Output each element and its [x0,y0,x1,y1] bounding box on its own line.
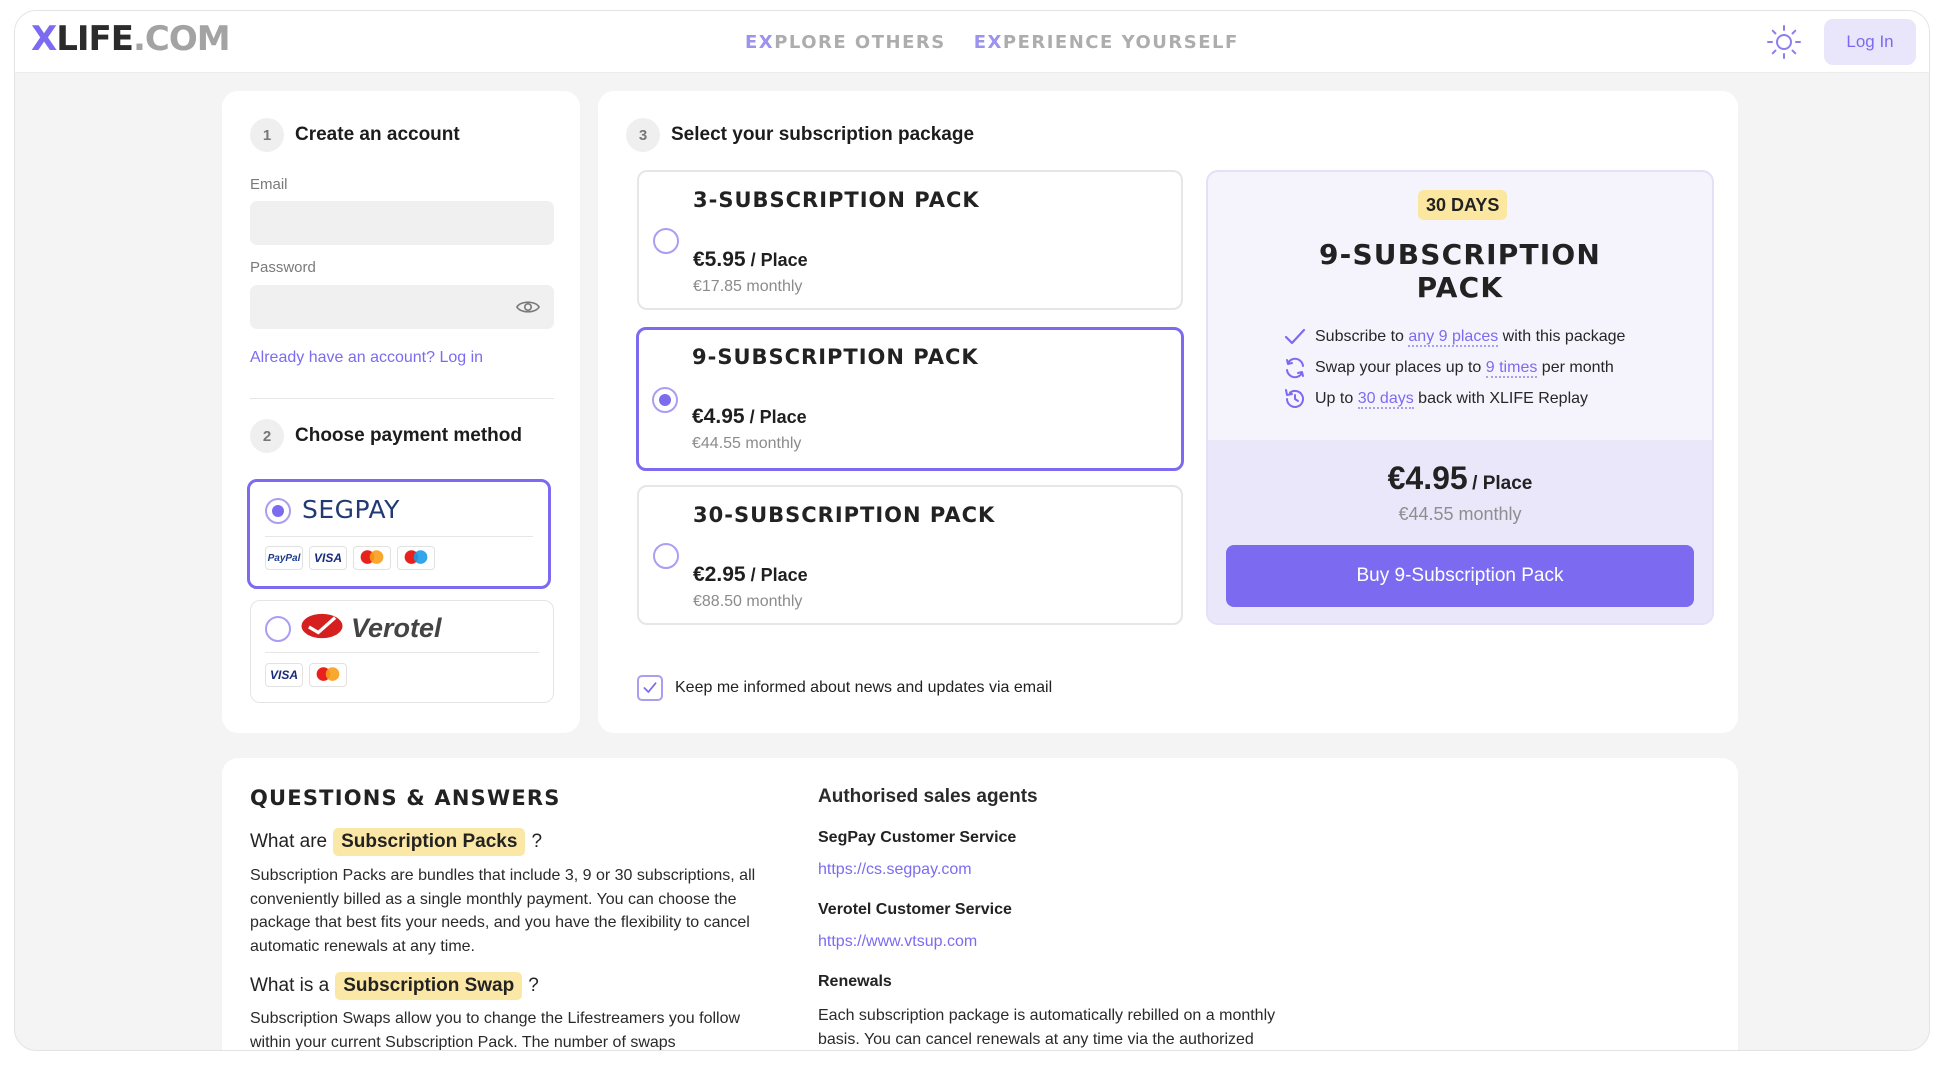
subscription-heading: 3 Select your subscription package [626,118,974,152]
package-30[interactable]: 30-SUBSCRIPTION PACK €2.95 / Place €88.5… [637,485,1183,625]
newsletter-label: Keep me informed about news and updates … [675,679,1053,696]
password-label: Password [250,259,316,276]
package-title: 9-SUBSCRIPTION PACK [692,345,979,369]
package-3[interactable]: 3-SUBSCRIPTION PACK €5.95 / Place €17.85… [637,170,1183,310]
renewals-text: Each subscription package is automatical… [818,1007,1276,1048]
package-price: €2.95 / Place [693,563,808,586]
email-label: Email [250,176,288,193]
history-icon [1285,389,1304,408]
newsletter-option[interactable]: Keep me informed about news and updates … [637,675,1052,701]
sun-icon[interactable] [1765,23,1803,61]
step-number: 2 [250,419,284,453]
check-icon [643,682,657,693]
radio-verotel[interactable] [265,616,291,642]
package-price: €4.95 / Place [692,405,807,428]
summary-monthly: €44.55 monthly [1398,504,1522,524]
newsletter-checkbox[interactable] [637,675,663,701]
divider [265,536,533,537]
payment-option-verotel[interactable]: Verotel VISA [250,600,554,703]
package-9[interactable]: 9-SUBSCRIPTION PACK €4.95 / Place €44.55… [636,327,1184,471]
swap-icon [1286,357,1304,379]
package-monthly: €44.55 monthly [692,435,802,452]
app-frame: XLIFE.COM EXPLORE OTHERS EXPERIENCE YOUR… [14,10,1930,1051]
password-field[interactable] [250,285,554,329]
segpay-service-label: SegPay Customer Service [818,829,1017,846]
segpay-service-link[interactable]: https://cs.segpay.com [818,861,972,879]
step-number: 1 [250,118,284,152]
radio-package-30[interactable] [653,543,679,569]
faq-question-1: What are Subscription Packs ? [250,828,542,856]
step-number: 3 [626,118,660,152]
package-monthly: €17.85 monthly [693,278,803,295]
maestro-icon [397,546,435,570]
radio-package-9[interactable] [652,387,678,413]
feature-subscribe: Subscribe to any 9 places with this pack… [1283,325,1625,349]
faq-answer-2: Subscription Swaps allow you to change t… [250,1010,741,1051]
faq-question-2: What is a Subscription Swap ? [250,972,539,1000]
package-title: 3-SUBSCRIPTION PACK [693,188,980,212]
faq-answer-1: Subscription Packs are bundles that incl… [250,867,756,955]
logo-x: X [31,19,57,59]
create-account-heading: 1 Create an account [250,118,460,152]
segpay-card-icons: PayPal VISA [265,546,435,570]
payment-option-segpay[interactable]: SEGPAY PayPal VISA [247,479,551,589]
verotel-logo-icon [301,613,343,639]
mastercard-icon [309,663,347,687]
buy-button[interactable]: Buy 9-Subscription Pack [1226,545,1694,607]
summary-title: 9-SUBSCRIPTION PACK [1318,238,1602,304]
verotel-card-icons: VISA [265,663,347,687]
radio-package-3[interactable] [653,228,679,254]
site-logo[interactable]: XLIFE.COM [31,19,231,59]
mastercard-icon [353,546,391,570]
segpay-logo: SEGPAY [302,495,400,524]
package-monthly: €88.50 monthly [693,593,803,610]
payment-method-heading: 2 Choose payment method [250,419,522,453]
logo-main: LIFE [56,19,134,59]
check-icon [1284,328,1306,345]
feature-text: Swap your places up to 9 times per month [1315,359,1614,378]
package-title: 30-SUBSCRIPTION PACK [693,503,996,527]
duration-badge: 30 DAYS [1418,190,1508,220]
step-title: Create an account [295,124,460,145]
agents-title: Authorised sales agents [818,786,1038,807]
paypal-icon: PayPal [265,546,303,570]
logo-domain: .COM [133,19,231,59]
divider [265,652,539,653]
email-field[interactable] [250,201,554,245]
account-payment-card: 1 Create an account Email Password Alrea… [222,91,580,733]
main-nav: EXPLORE OTHERS EXPERIENCE YOURSELF [745,32,1239,53]
login-link[interactable]: Already have an account? Log in [250,349,483,367]
feature-swap: Swap your places up to 9 times per month [1283,356,1614,380]
faq-card: QUESTIONS & ANSWERS What are Subscriptio… [222,758,1738,1051]
divider [250,398,554,399]
summary-price: €4.95 / Place [1387,460,1533,496]
faq-title: QUESTIONS & ANSWERS [250,786,561,810]
nav-experience-yourself[interactable]: EXPERIENCE YOURSELF [974,32,1239,53]
step-title: Choose payment method [295,425,522,446]
visa-icon: VISA [309,546,347,570]
nav-explore-others[interactable]: EXPLORE OTHERS [745,32,946,53]
verotel-logo: Verotel [351,613,442,643]
login-button[interactable]: Log In [1824,19,1916,65]
feature-replay: Up to 30 days back with XLIFE Replay [1283,387,1588,411]
feature-text: Subscribe to any 9 places with this pack… [1315,328,1626,347]
eye-icon[interactable] [516,298,540,316]
verotel-service-label: Verotel Customer Service [818,901,1012,918]
package-summary: 30 DAYS 9-SUBSCRIPTION PACK Subscribe to… [1206,170,1714,625]
radio-segpay[interactable] [265,498,291,524]
verotel-service-link[interactable]: https://www.vtsup.com [818,933,977,951]
package-price: €5.95 / Place [693,248,808,271]
step-title: Select your subscription package [671,124,975,145]
renewals-title: Renewals [818,973,892,990]
top-navbar: XLIFE.COM EXPLORE OTHERS EXPERIENCE YOUR… [15,11,1929,73]
feature-text: Up to 30 days back with XLIFE Replay [1315,390,1589,409]
visa-icon: VISA [265,663,303,687]
